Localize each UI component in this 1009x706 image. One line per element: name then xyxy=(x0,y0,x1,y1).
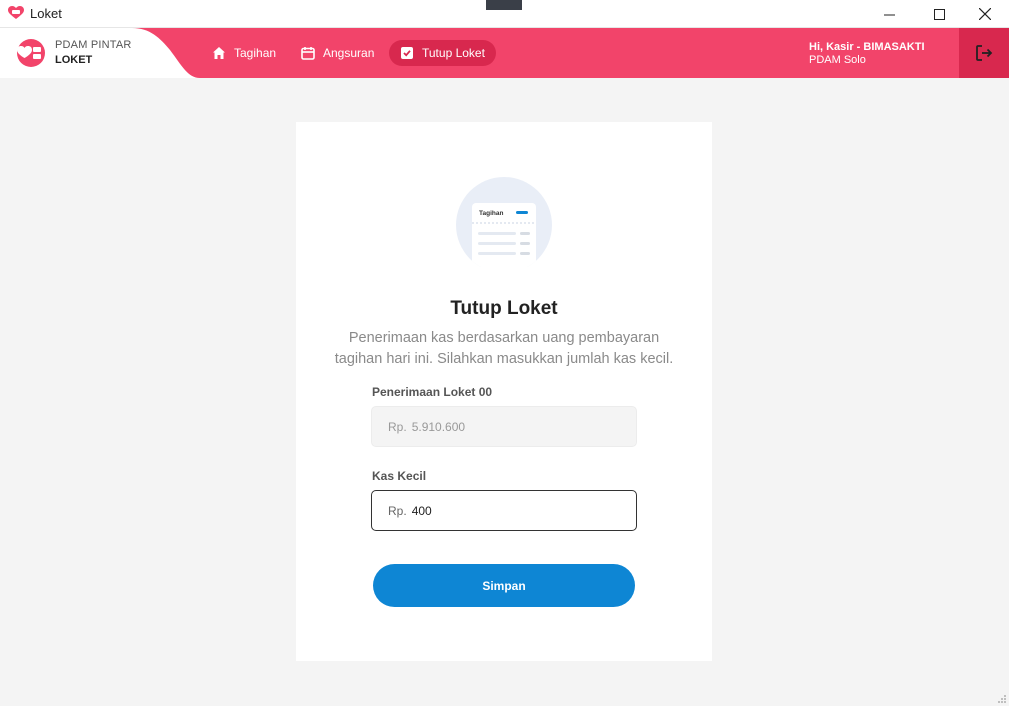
minimize-icon[interactable] xyxy=(866,0,912,28)
nav-tutup-loket-label: Tutup Loket xyxy=(422,46,485,60)
maximize-icon[interactable] xyxy=(916,0,962,28)
calendar-icon xyxy=(301,47,315,60)
brand-subtitle: LOKET xyxy=(55,54,93,66)
kas-kecil-label: Kas Kecil xyxy=(372,469,427,483)
penerimaan-value: 5.910.600 xyxy=(411,419,466,434)
kas-kecil-prefix: Rp. xyxy=(388,503,407,518)
brand-name: PDAM PINTAR xyxy=(55,39,132,51)
app-logo-icon xyxy=(8,6,24,19)
page-title: Tutup Loket xyxy=(450,298,558,319)
simpan-button[interactable]: Simpan xyxy=(373,564,635,607)
checkbox-icon xyxy=(401,47,413,59)
penerimaan-field: Rp. 5.910.600 xyxy=(371,406,637,447)
home-icon xyxy=(213,47,225,59)
tagihan-illustration: Tagihan xyxy=(456,177,552,267)
kas-kecil-input[interactable] xyxy=(411,503,612,518)
window-title: Loket xyxy=(30,6,62,21)
logout-icon xyxy=(976,45,993,61)
user-info: Hi, Kasir - BIMASAKTI PDAM Solo xyxy=(809,41,929,67)
nav-angsuran[interactable]: Angsuran xyxy=(291,40,384,66)
resize-grip-icon[interactable] xyxy=(997,694,1007,704)
nav-tagihan[interactable]: Tagihan xyxy=(202,40,286,66)
user-org: PDAM Solo xyxy=(809,54,866,66)
penerimaan-label: Penerimaan Loket 00 xyxy=(372,385,493,399)
close-icon[interactable] xyxy=(962,0,1008,28)
logout-button[interactable] xyxy=(959,28,1009,78)
illustration-label: Tagihan xyxy=(479,210,503,217)
nav-tutup-loket[interactable]: Tutup Loket xyxy=(389,40,496,66)
penerimaan-prefix: Rp. xyxy=(388,419,407,434)
nav-angsuran-label: Angsuran xyxy=(323,46,375,60)
app-header: PDAM PINTAR LOKET Tagihan Angsuran Tutup… xyxy=(0,28,1009,78)
kas-kecil-field[interactable]: Rp. xyxy=(371,490,637,531)
user-greeting: Hi, Kasir - BIMASAKTI xyxy=(809,41,925,53)
pdam-logo-icon xyxy=(17,39,45,67)
nav-tagihan-label: Tagihan xyxy=(234,46,277,60)
window-titlebar: Loket xyxy=(0,0,1009,28)
brand: PDAM PINTAR LOKET xyxy=(0,28,200,78)
tutup-loket-card: Tagihan Tutup Loket Penerimaan kas berda… xyxy=(296,122,712,661)
window-notch xyxy=(486,0,522,10)
page-description: Penerimaan kas berdasarkan uang pembayar… xyxy=(334,330,674,367)
